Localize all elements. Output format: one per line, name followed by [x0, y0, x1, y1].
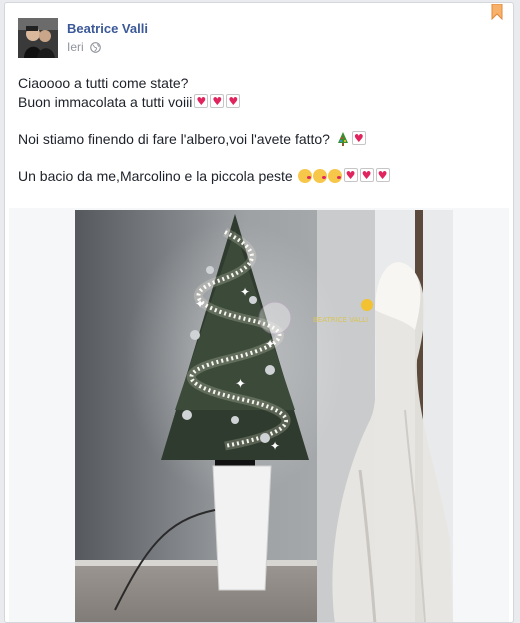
svg-text:✦: ✦	[195, 297, 205, 311]
svg-text:✦: ✦	[235, 377, 246, 392]
post-photo-container: ✦ ✦ ✦ ✦ ✦ BEATRICE VALLI	[9, 208, 509, 623]
svg-text:✦: ✦	[265, 337, 275, 351]
post-photo[interactable]: ✦ ✦ ✦ ✦ ✦ BEATRICE VALLI	[75, 210, 453, 623]
svg-text:✦: ✦	[270, 439, 280, 453]
heart-emoji-icon	[351, 129, 366, 148]
post-meta: Ieri	[67, 40, 101, 54]
bookmark-icon[interactable]	[491, 4, 503, 20]
photo-watermark: BEATRICE VALLI	[313, 316, 368, 324]
post-line-3: Noi stiamo finendo di fare l'albero,voi …	[18, 129, 498, 149]
post-card: Beatrice Valli Ieri Ciaoooo a tutti come…	[4, 2, 514, 623]
post-line-2: Buon immacolata a tutti voiii	[18, 92, 498, 112]
heart-emoji-icon	[375, 166, 390, 185]
post-line-4: Un bacio da me,Marcolino e la piccola pe…	[18, 166, 498, 186]
christmas-tree-emoji-icon	[337, 132, 348, 146]
timestamp[interactable]: Ieri	[67, 40, 84, 54]
kiss-emoji-icon	[327, 169, 342, 183]
post-text: Ciaoooo a tutti come state? Buon immacol…	[18, 74, 498, 186]
kiss-emoji-icon	[312, 169, 327, 183]
heart-emoji-icon	[194, 92, 209, 111]
heart-emoji-icon	[226, 92, 241, 111]
heart-emoji-icon	[343, 166, 358, 185]
post-line-1: Ciaoooo a tutti come state?	[18, 75, 189, 91]
avatar[interactable]	[18, 18, 58, 58]
globe-icon[interactable]	[89, 41, 101, 53]
heart-emoji-icon	[210, 92, 225, 111]
kiss-emoji-icon	[297, 169, 312, 183]
author-name[interactable]: Beatrice Valli	[67, 21, 148, 36]
svg-text:✦: ✦	[240, 285, 250, 299]
heart-emoji-icon	[359, 166, 374, 185]
